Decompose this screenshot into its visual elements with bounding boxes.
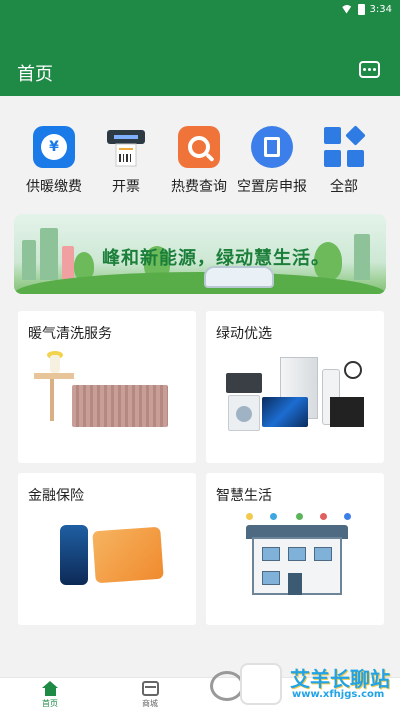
quick-action-label: 开票 xyxy=(112,179,140,195)
card-title: 智慧生活 xyxy=(216,488,272,504)
message-dot xyxy=(373,68,376,71)
card-heating-cleaning[interactable]: 暖气清洗服务 xyxy=(18,311,196,463)
banner-building xyxy=(62,246,74,280)
radiator-illustration xyxy=(34,351,182,443)
all-grid-icon xyxy=(323,125,366,168)
watermark-text: 艾羊长聊站 xyxy=(290,667,390,691)
app-header: 3:34 首页 xyxy=(0,0,400,96)
status-bar: 3:34 xyxy=(340,0,392,18)
card-finance-insurance[interactable]: 金融保险 xyxy=(18,473,196,625)
status-time: 3:34 xyxy=(369,3,392,15)
card-smart-life[interactable]: 智慧生活 xyxy=(206,473,384,625)
nav-label: 商城 xyxy=(142,699,158,708)
battery-icon xyxy=(357,3,365,15)
quick-action-label: 全部 xyxy=(330,179,358,195)
finance-illustration xyxy=(34,513,182,605)
message-button[interactable] xyxy=(359,61,380,78)
quick-action-all[interactable]: 全部 xyxy=(302,125,386,196)
watermark: 艾羊长聊站 www.xfhjgs.com xyxy=(210,661,390,707)
watermark-logo xyxy=(240,663,282,705)
quick-action-invoice[interactable]: 开票 xyxy=(84,126,168,196)
banner-building xyxy=(40,228,58,280)
banner-building xyxy=(22,240,36,280)
nav-home[interactable]: 首页 xyxy=(20,681,80,709)
banner-text: 峰和新能源，绿动慧生活。 xyxy=(102,248,330,269)
message-dot xyxy=(368,68,371,71)
heating-payment-icon: ¥ xyxy=(33,126,75,168)
watermark-url: www.xfhjgs.com xyxy=(292,689,385,700)
quick-action-label: 热费查询 xyxy=(171,179,227,195)
card-title: 暖气清洗服务 xyxy=(28,326,112,342)
watermark-ring xyxy=(210,671,244,701)
banner-building xyxy=(354,234,370,280)
card-title: 绿动优选 xyxy=(216,326,272,342)
quick-action-label: 空置房申报 xyxy=(237,179,307,195)
message-dot xyxy=(363,68,366,71)
card-green-selection[interactable]: 绿动优选 xyxy=(206,311,384,463)
nav-store[interactable]: 商城 xyxy=(120,681,180,709)
search-icon xyxy=(178,126,220,168)
appliances-illustration xyxy=(222,351,370,443)
nav-label: 首页 xyxy=(42,699,58,708)
bottom-nav: 首页 商城 艾羊长聊站 www.xfhjgs.com xyxy=(0,663,400,711)
quick-actions: ¥ 供暖缴费 开票 热费查询 空置房申报 全部 xyxy=(0,96,400,204)
document-report-icon xyxy=(251,126,293,168)
card-title: 金融保险 xyxy=(28,488,84,504)
home-icon xyxy=(41,681,59,696)
smart-home-illustration xyxy=(222,513,370,605)
invoice-printer-icon xyxy=(105,126,147,168)
wifi-icon xyxy=(340,4,353,14)
store-icon xyxy=(141,681,159,696)
quick-action-heat-fee-query[interactable]: 热费查询 xyxy=(157,126,241,196)
page-title: 首页 xyxy=(17,64,53,85)
promo-banner[interactable]: 峰和新能源，绿动慧生活。 xyxy=(14,214,386,294)
quick-action-label: 供暖缴费 xyxy=(26,179,82,195)
